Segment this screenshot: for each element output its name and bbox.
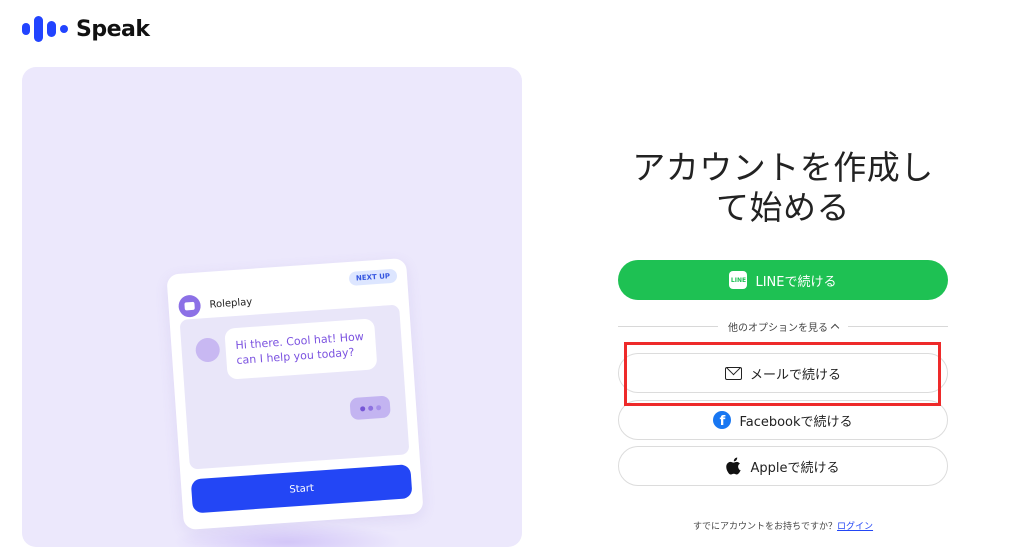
- apple-continue-label: Appleで続ける: [750, 460, 840, 476]
- speak-logo[interactable]: Speak: [22, 14, 150, 44]
- chevron-up-icon: [830, 323, 840, 332]
- more-options-toggle[interactable]: 他のオプションを見る: [728, 319, 840, 334]
- more-options-divider: 他のオプションを見る: [618, 318, 948, 334]
- login-link[interactable]: ログイン: [837, 522, 873, 532]
- mail-icon: [724, 366, 742, 380]
- start-button: Start: [190, 464, 413, 514]
- chat-avatar: [194, 337, 221, 363]
- email-continue-label: メールで続ける: [749, 367, 841, 383]
- typing-dots-icon: [349, 395, 391, 421]
- line-continue-button[interactable]: LINE LINEで続ける: [618, 260, 948, 300]
- page-title-line-1: アカウントを作成し: [632, 148, 934, 187]
- divider-rule-left: [618, 325, 718, 327]
- login-prompt: すでにアカウントをお持ちですか？ログイン: [600, 519, 966, 532]
- chat-bubble: Hi there. Cool hat! How can I help you t…: [224, 318, 378, 380]
- hero-illustration-panel: Roleplay NEXT UP Hi there. Cool hat! How…: [22, 67, 522, 547]
- line-continue-label: LINEで続ける: [755, 274, 837, 290]
- next-up-badge: NEXT UP: [348, 268, 398, 286]
- login-prompt-text: すでにアカウントをお持ちですか？: [692, 522, 838, 532]
- page-title-line-2: て始める: [716, 188, 850, 227]
- speak-logo-icon: [22, 14, 68, 44]
- chat-area: Hi there. Cool hat! How can I help you t…: [179, 304, 410, 470]
- email-continue-button[interactable]: メールで続ける: [618, 353, 948, 393]
- brand-name: Speak: [76, 16, 150, 42]
- apple-icon: [726, 457, 742, 475]
- card-header: Roleplay: [177, 291, 253, 318]
- line-icon: LINE: [729, 271, 748, 289]
- facebook-continue-button[interactable]: f Facebookで続ける: [618, 400, 948, 440]
- page-title: アカウントを作成し て始める: [600, 148, 966, 228]
- more-options-label: 他のオプションを見る: [728, 322, 828, 334]
- bot-avatar-icon: [177, 294, 202, 318]
- card-title: Roleplay: [209, 296, 253, 311]
- facebook-continue-label: Facebookで続ける: [739, 414, 853, 430]
- facebook-icon: f: [713, 411, 732, 429]
- divider-rule-right: [848, 325, 948, 327]
- apple-continue-button[interactable]: Appleで続ける: [618, 446, 948, 486]
- roleplay-card: Roleplay NEXT UP Hi there. Cool hat! How…: [166, 257, 424, 531]
